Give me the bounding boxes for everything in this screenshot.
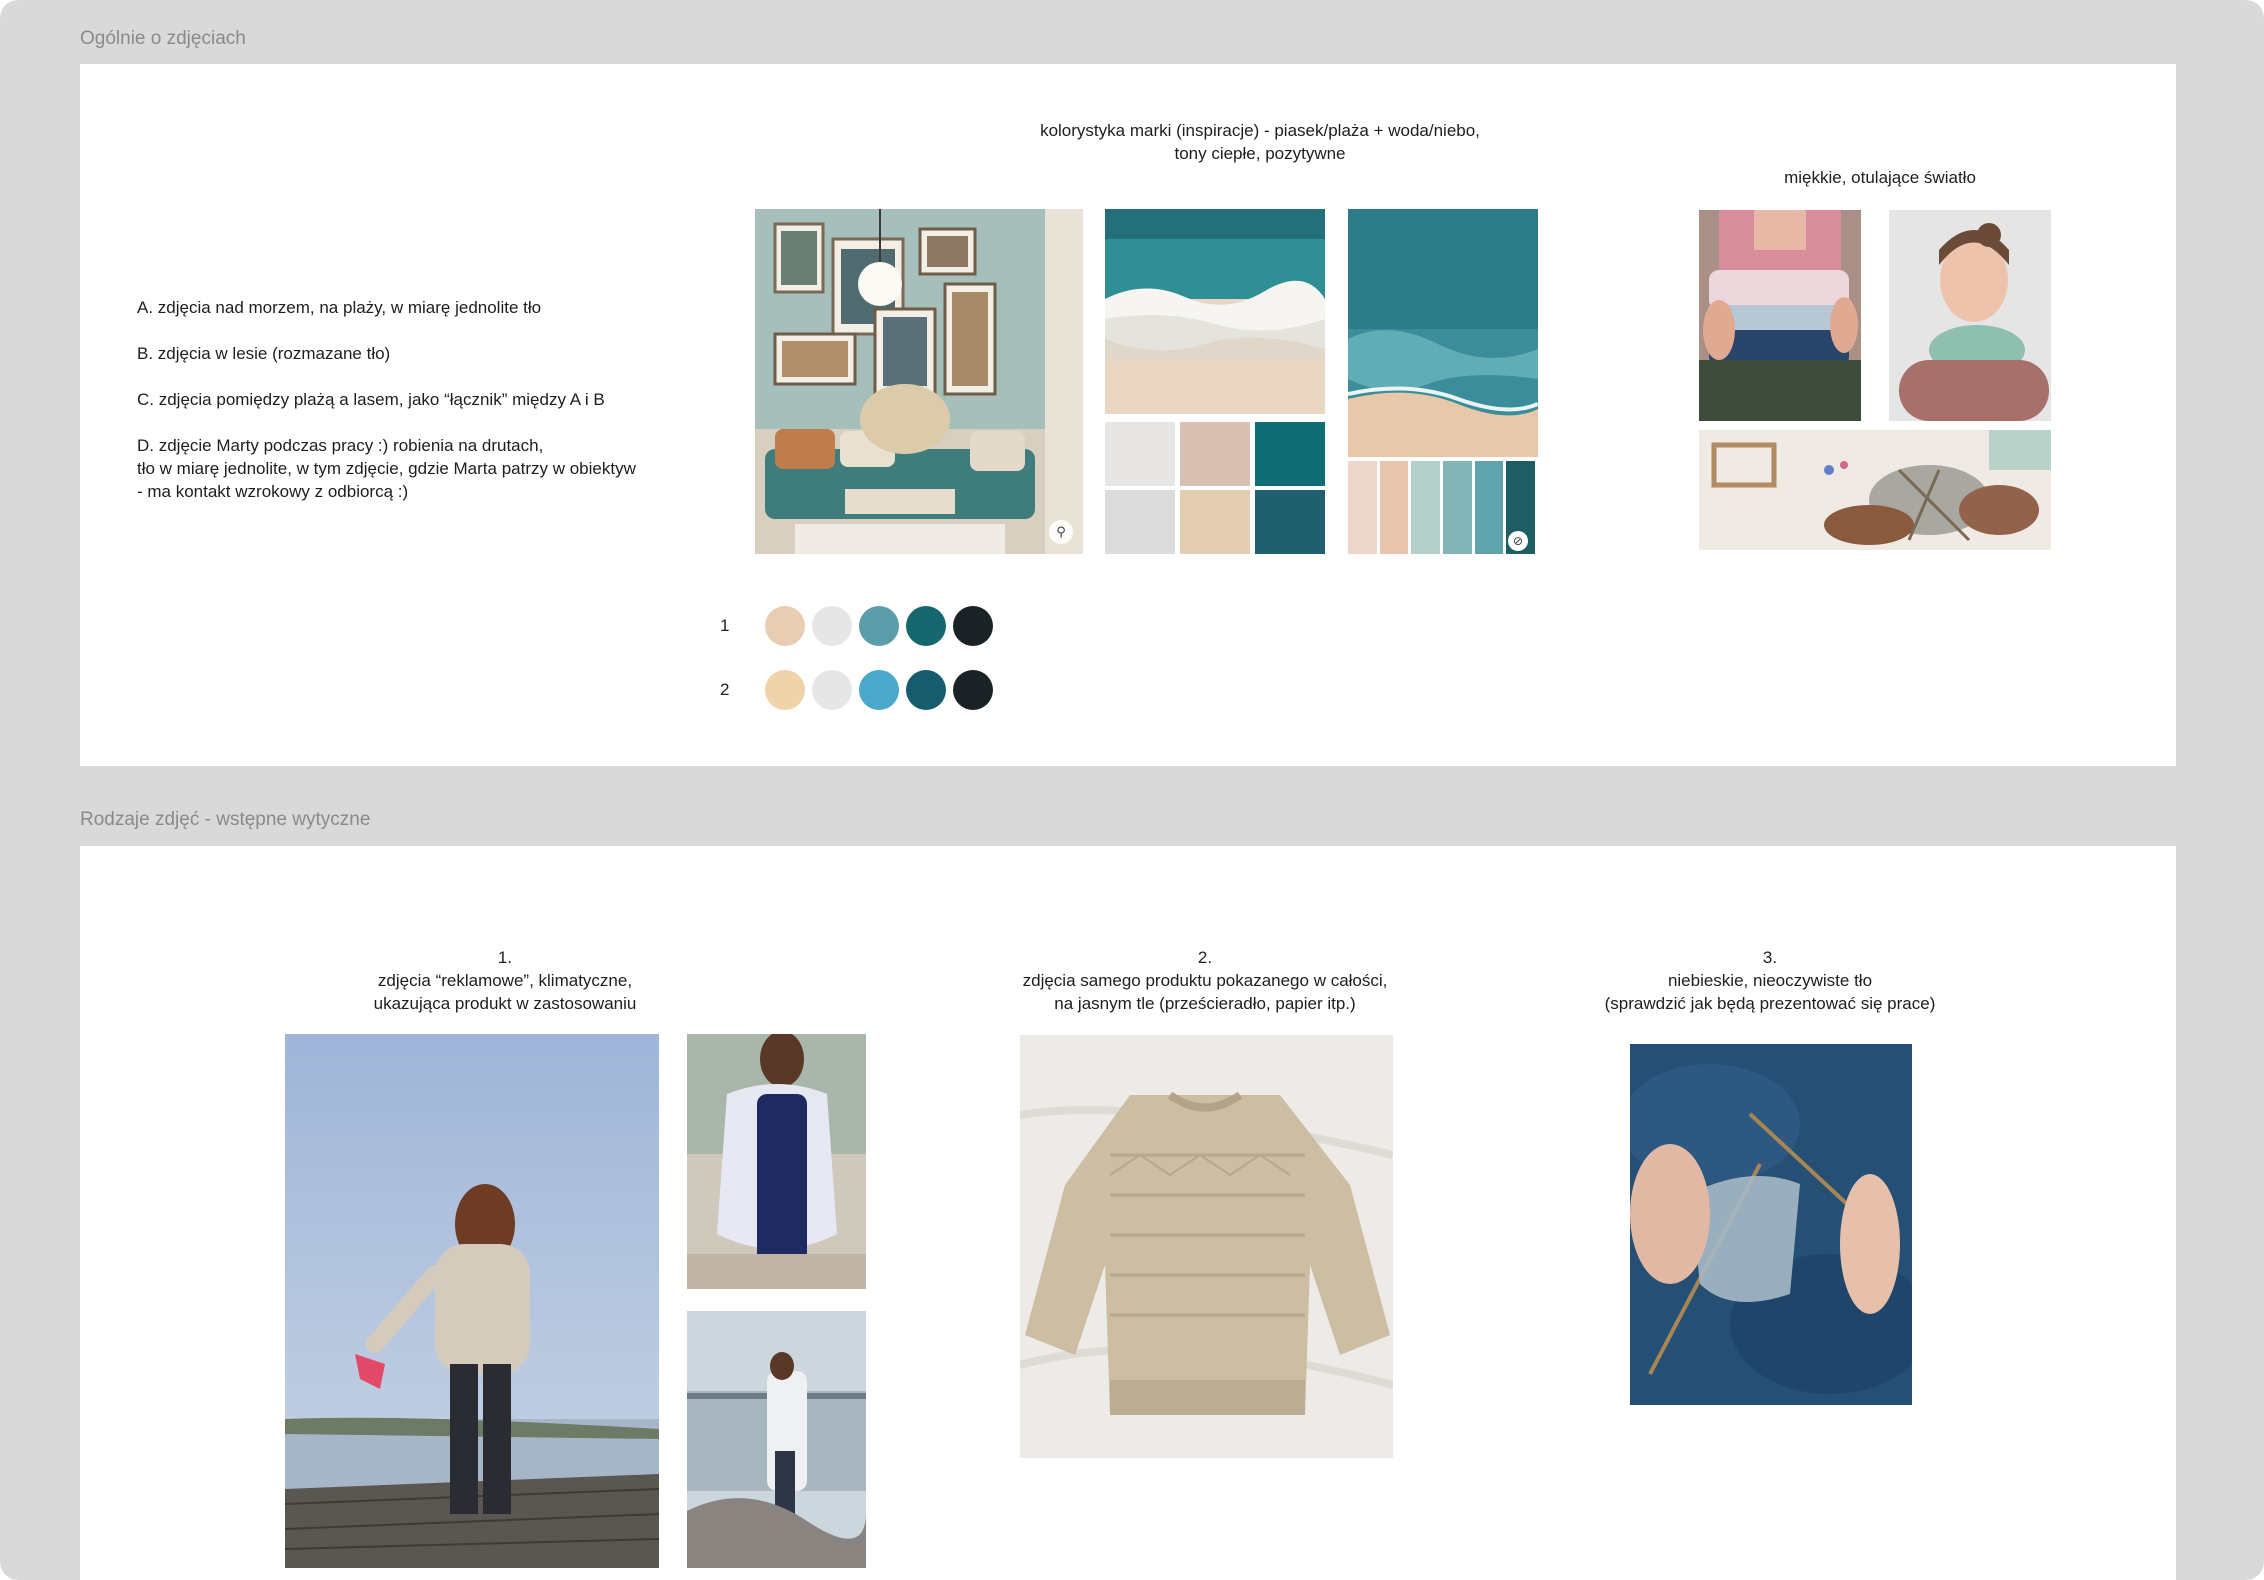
palette-2-swatch-1[interactable] <box>765 670 805 710</box>
palette-1-swatch-1[interactable] <box>765 606 805 646</box>
guideline-1-caption: 1. zdjęcia “reklamowe”, klimatyczne, uka… <box>373 948 637 1013</box>
photo-sweater-flatlay[interactable] <box>1020 1035 1393 1458</box>
light-title: miękkie, otulające światło <box>1784 168 1976 187</box>
palette-row-2-label: 2 <box>720 680 730 699</box>
brief-item-a: A. zdjęcia nad morzem, na plaży, w miarę… <box>137 298 542 317</box>
palette-row-1-label: 1 <box>720 616 730 635</box>
design-canvas: Ogólnie o zdjęciach A. zdjęcia nad morze… <box>0 0 2264 1580</box>
moodboard-swatch <box>1180 422 1250 486</box>
palette-1-swatch-3[interactable] <box>859 606 899 646</box>
frame-overview[interactable]: A. zdjęcia nad morzem, na plaży, w miarę… <box>80 64 2176 766</box>
palette-title: kolorystyka marki (inspiracje) - piasek/… <box>1040 121 1480 163</box>
moodboard-swatch-grid <box>1105 422 1325 554</box>
palette-1-swatch-4[interactable] <box>906 606 946 646</box>
zoom-icon[interactable]: ⚲ <box>1049 520 1073 544</box>
photo-knitting-hands[interactable] <box>1699 430 2051 550</box>
moodboard-living-room[interactable]: ⚲ <box>755 209 1083 554</box>
brief-item-d: D. zdjęcie Marty podczas pracy :) robien… <box>137 436 636 501</box>
guideline-2-caption: 2. zdjęcia samego produktu pokazanego w … <box>1022 948 1388 1013</box>
palette-1-swatch-5[interactable] <box>953 606 993 646</box>
photo-knitting-blue-background[interactable] <box>1630 1044 1912 1405</box>
moodboard-beach-aerial[interactable] <box>1105 209 1325 414</box>
moodboard-stripe <box>1411 461 1440 554</box>
photo-woman-on-rocks[interactable] <box>687 1311 866 1568</box>
moodboard-stripe <box>1474 461 1504 554</box>
guideline-3-caption: 3. niebieskie, nieoczywiste tło (sprawdz… <box>1604 948 1936 1013</box>
photo-woman-smiling[interactable] <box>1889 210 2051 421</box>
moodboard-ocean[interactable] <box>1348 209 1538 457</box>
photo-woman-holding-knits[interactable] <box>1699 210 1861 421</box>
section-label-guidelines[interactable]: Rodzaje zdjęć - wstępne wytyczne <box>80 809 370 831</box>
palette-2-swatch-3[interactable] <box>859 670 899 710</box>
brief-item-c: C. zdjęcia pomiędzy plażą a lasem, jako … <box>137 390 605 409</box>
moodboard-swatch <box>1255 422 1325 486</box>
moodboard-stripe <box>1379 461 1409 554</box>
moodboard-stripe <box>1348 461 1377 554</box>
badge-icon[interactable]: ⊘ <box>1508 531 1528 551</box>
palette-1-swatch-2[interactable] <box>812 606 852 646</box>
moodboard-swatch <box>1105 490 1175 554</box>
photo-woman-cardigan[interactable] <box>687 1034 866 1289</box>
section-label-overview[interactable]: Ogólnie o zdjęciach <box>80 28 246 50</box>
frame-guidelines[interactable]: 1. zdjęcia “reklamowe”, klimatyczne, uka… <box>80 846 2176 1580</box>
brief-text: A. zdjęcia nad morzem, na plaży, w miarę… <box>137 296 697 503</box>
palette-2-swatch-2[interactable] <box>812 670 852 710</box>
moodboard-swatch <box>1255 490 1325 554</box>
palette-2-swatch-5[interactable] <box>953 670 993 710</box>
brief-item-b: B. zdjęcia w lesie (rozmazane tło) <box>137 344 391 363</box>
moodboard-swatch <box>1180 490 1250 554</box>
photo-woman-on-pier[interactable] <box>285 1034 659 1568</box>
palette-2-swatch-4[interactable] <box>906 670 946 710</box>
moodboard-stripe <box>1443 461 1472 554</box>
moodboard-swatch <box>1105 422 1175 486</box>
